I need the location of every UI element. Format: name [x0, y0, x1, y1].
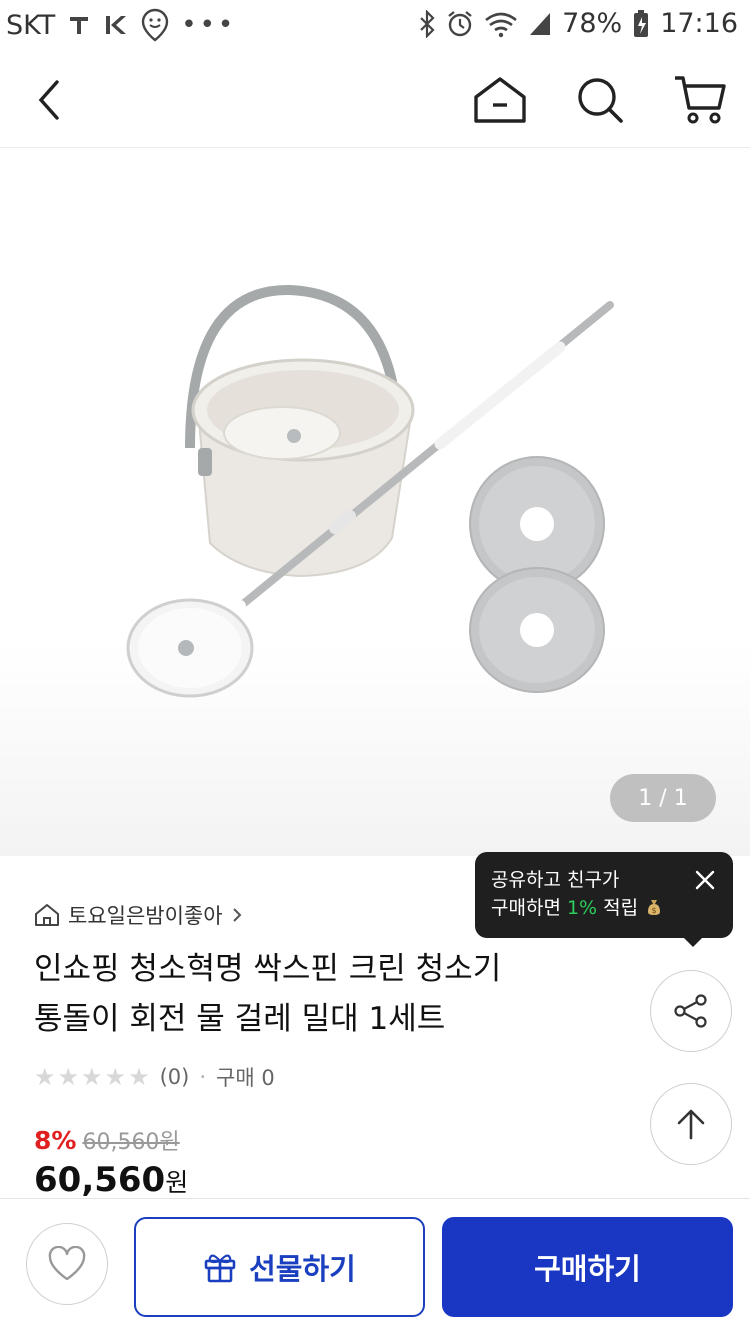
top-navigation	[0, 52, 750, 148]
gift-icon	[204, 1254, 236, 1283]
cart-icon	[675, 76, 726, 124]
store-link[interactable]: 토요일은밤이좋아	[34, 900, 243, 930]
discount-row: 8% 60,560원	[34, 1124, 180, 1156]
share-reward-tooltip: 공유하고 친구가 구매하면 1% 적립 $	[475, 852, 733, 938]
search-button[interactable]	[570, 70, 630, 130]
tooltip-line2: 구매하면 1% 적립 $	[491, 894, 717, 922]
tooltip-line2-suffix: 적립	[597, 897, 639, 919]
home-button[interactable]	[470, 70, 530, 130]
share-icon	[674, 994, 707, 1028]
heart-icon	[48, 1246, 86, 1281]
carrier-label: SKT	[6, 9, 56, 41]
review-count: (0)	[159, 1065, 190, 1089]
arrow-up-icon	[677, 1109, 705, 1140]
dot-separator: ·	[199, 1065, 207, 1089]
spin-mop-product-image	[126, 284, 614, 698]
discount-rate: 8%	[34, 1126, 77, 1155]
star-icon: ★	[57, 1063, 80, 1091]
wifi-icon	[484, 10, 518, 38]
money-bag-icon: $	[648, 900, 661, 915]
star-icon: ★	[34, 1063, 56, 1091]
star-rating: ★ ★ ★ ★ ★	[34, 1064, 150, 1090]
buy-button[interactable]: 구매하기	[442, 1217, 733, 1317]
more-notifications-icon: •••	[181, 10, 237, 40]
gift-button-label: 선물하기	[249, 1252, 356, 1286]
chevron-right-icon	[232, 908, 241, 922]
battery-percent: 78%	[562, 8, 623, 39]
rating-summary[interactable]: ★ ★ ★ ★ ★ (0) · 구매 0	[34, 1062, 275, 1092]
home-icon	[474, 77, 526, 123]
product-image-gallery[interactable]: 1 / 1	[0, 148, 750, 856]
image-counter: 1 / 1	[610, 774, 716, 822]
share-button[interactable]	[650, 970, 732, 1052]
tooltip-arrow	[682, 936, 704, 947]
alarm-icon	[446, 10, 474, 38]
tooltip-highlight: 1%	[566, 897, 598, 919]
cart-button[interactable]	[670, 70, 730, 130]
sale-price-unit: 원	[165, 1168, 189, 1197]
back-button[interactable]	[20, 70, 80, 130]
sale-price-number: 60,560	[34, 1160, 166, 1200]
bottom-action-bar: 선물하기 구매하기	[0, 1198, 750, 1333]
bluetooth-icon	[418, 9, 436, 38]
star-icon: ★	[81, 1063, 103, 1091]
chevron-left-icon	[38, 80, 59, 120]
sale-price: 60,560원	[34, 1160, 188, 1200]
clock-time: 17:16	[660, 8, 738, 39]
t-icon	[67, 13, 91, 37]
k-icon	[103, 13, 129, 37]
tooltip-line1: 공유하고 친구가	[491, 869, 620, 891]
tooltip-line2-prefix: 구매하면	[491, 897, 567, 919]
search-icon	[578, 78, 623, 123]
star-icon: ★	[128, 1063, 150, 1091]
product-title-line1: 인쇼핑 청소혁명 싹스핀 크린 청소기	[34, 951, 502, 987]
star-icon: ★	[104, 1063, 127, 1091]
battery-charging-icon	[632, 9, 650, 39]
smiley-location-icon	[141, 8, 169, 42]
close-icon	[695, 870, 715, 890]
status-bar: SKT ••• 78% 17:16	[0, 0, 750, 52]
signal-icon	[528, 11, 552, 37]
gift-button[interactable]: 선물하기	[134, 1217, 425, 1317]
wishlist-button[interactable]	[26, 1223, 108, 1305]
product-title: 인쇼핑 청소혁명 싹스핀 크린 청소기 통돌이 회전 물 걸레 밀대 1세트	[34, 944, 634, 1044]
store-name: 토요일은밤이좋아	[68, 904, 223, 928]
tooltip-close-button[interactable]	[691, 866, 719, 894]
svg-text:$: $	[652, 906, 657, 915]
product-title-line2: 통돌이 회전 물 걸레 밀대 1세트	[34, 1001, 446, 1037]
store-home-icon	[35, 904, 59, 926]
original-price: 60,560원	[82, 1130, 180, 1155]
purchase-count: 구매 0	[216, 1066, 275, 1090]
scroll-to-top-button[interactable]	[650, 1083, 732, 1165]
